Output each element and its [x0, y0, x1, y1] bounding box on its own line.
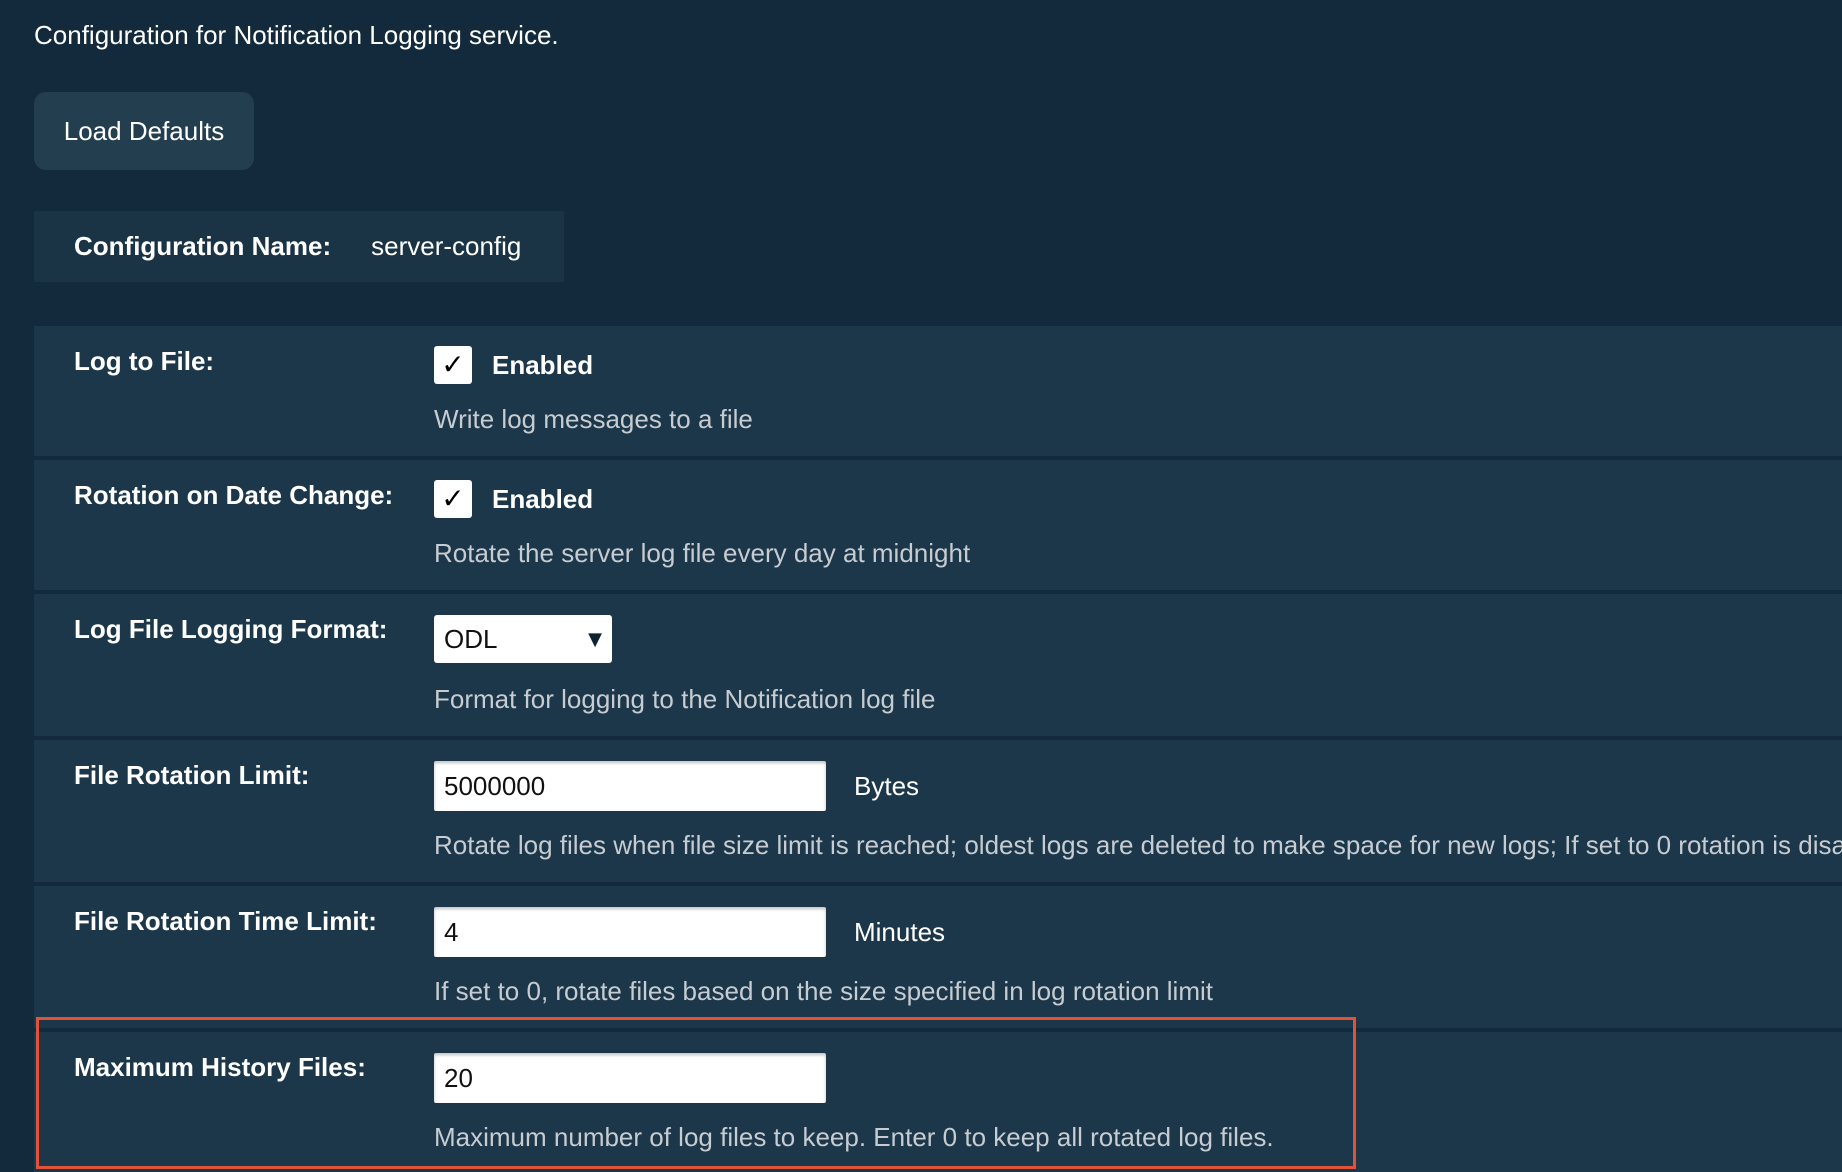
file-rotation-time-limit-description: If set to 0, rotate files based on the s…: [434, 976, 1213, 1006]
rotation-on-date-change-checkbox[interactable]: ✓: [434, 480, 472, 518]
setting-row-file-rotation-time-limit: File Rotation Time Limit: Minutes If set…: [34, 886, 1842, 1028]
file-rotation-limit-unit: Bytes: [854, 770, 920, 801]
file-rotation-time-limit-unit: Minutes: [854, 916, 946, 947]
file-rotation-limit-input[interactable]: [434, 761, 826, 811]
file-rotation-time-limit-label: File Rotation Time Limit:: [74, 906, 377, 936]
file-rotation-time-limit-input[interactable]: [434, 907, 826, 957]
setting-row-file-rotation-limit: File Rotation Limit: Bytes Rotate log fi…: [34, 740, 1842, 882]
setting-row-log-file-logging-format: Log File Logging Format: ODL ▼ Format fo…: [34, 594, 1842, 736]
checkmark-icon: ✓: [441, 482, 465, 515]
load-defaults-button[interactable]: Load Defaults: [34, 92, 254, 170]
log-to-file-checkbox[interactable]: ✓: [434, 346, 472, 384]
dropdown-arrow-icon: ▼: [588, 628, 602, 650]
rotation-on-date-change-enabled-label: Enabled: [492, 483, 594, 514]
checkmark-icon: ✓: [441, 348, 465, 381]
configuration-name-value: server-config: [371, 231, 522, 261]
file-rotation-limit-label: File Rotation Limit:: [74, 760, 310, 790]
page-intro-text: Configuration for Notification Logging s…: [34, 20, 559, 50]
file-rotation-limit-description: Rotate log files when file size limit is…: [434, 830, 1842, 860]
maximum-history-files-description: Maximum number of log files to keep. Ent…: [434, 1122, 1274, 1152]
maximum-history-files-label: Maximum History Files:: [74, 1052, 366, 1082]
rotation-on-date-change-label: Rotation on Date Change:: [74, 480, 394, 510]
setting-row-rotation-on-date-change: Rotation on Date Change: ✓ Enabled Rotat…: [34, 460, 1842, 590]
maximum-history-files-input[interactable]: [434, 1053, 826, 1103]
rotation-on-date-change-description: Rotate the server log file every day at …: [434, 538, 971, 568]
setting-row-log-to-file: Log to File: ✓ Enabled Write log message…: [34, 326, 1842, 456]
log-file-logging-format-select[interactable]: ODL ▼: [434, 615, 612, 663]
log-to-file-label: Log to File:: [74, 346, 215, 376]
log-to-file-description: Write log messages to a file: [434, 404, 753, 434]
log-file-logging-format-label: Log File Logging Format:: [74, 614, 388, 644]
log-file-logging-format-selected-value: ODL: [444, 623, 498, 654]
log-to-file-enabled-label: Enabled: [492, 349, 594, 380]
log-file-logging-format-description: Format for logging to the Notification l…: [434, 684, 936, 714]
configuration-name-box: Configuration Name: server-config: [34, 211, 564, 282]
configuration-name-label: Configuration Name:: [74, 231, 332, 261]
setting-row-maximum-history-files: Maximum History Files: Maximum number of…: [34, 1032, 1842, 1172]
